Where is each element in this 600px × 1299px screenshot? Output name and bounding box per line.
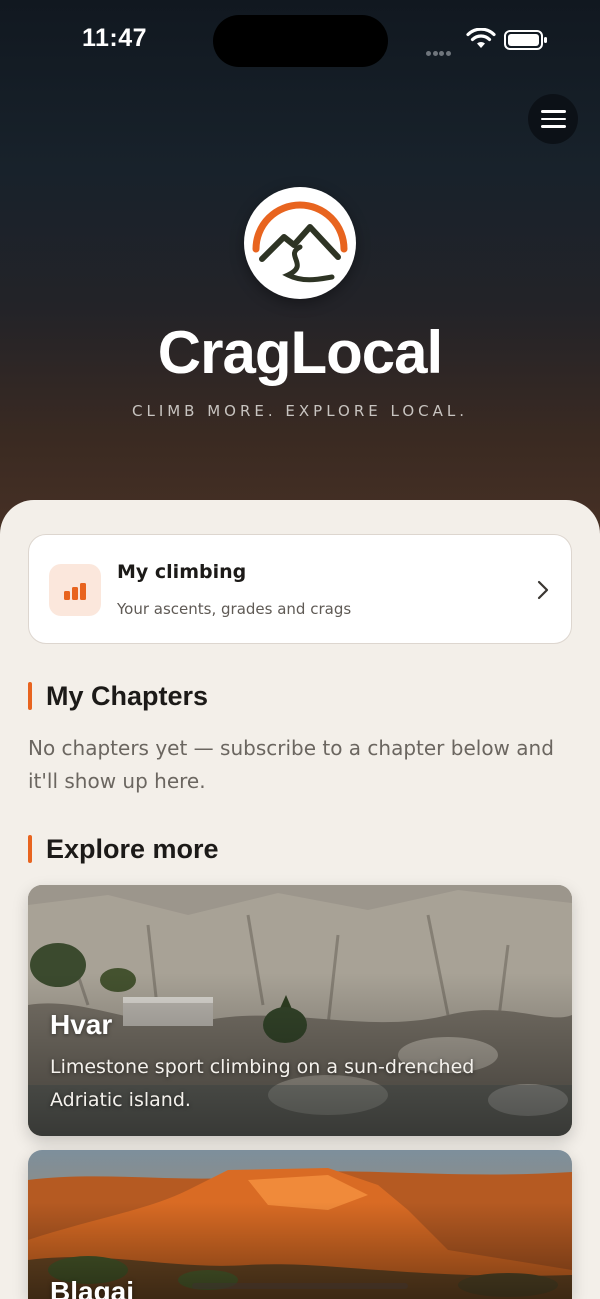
home-indicator[interactable] (192, 1283, 408, 1289)
my-climbing-title: My climbing (117, 561, 247, 583)
hamburger-icon (540, 110, 566, 113)
status-bar: 11:47 (0, 0, 600, 80)
status-time: 11:47 (82, 24, 148, 52)
chevron-right-icon (537, 580, 549, 600)
battery-icon (504, 30, 547, 50)
my-climbing-card[interactable]: My climbing Your ascents, grades and cra… (28, 534, 572, 644)
mountain-logo-icon (252, 201, 348, 283)
chapter-title: Blagaj (50, 1276, 135, 1299)
chapter-title: Hvar (50, 1009, 113, 1040)
dynamic-island (213, 15, 388, 67)
chapter-card-hvar[interactable]: Hvar Limestone sport climbing on a sun-d… (28, 885, 572, 1136)
my-climbing-subtitle: Your ascents, grades and crags (117, 600, 352, 618)
chapter-description: Limestone sport climbing on a sun-drench… (50, 1056, 475, 1111)
brand-logo (244, 187, 356, 299)
my-chapters-heading: My Chapters (28, 681, 208, 711)
wifi-icon (466, 28, 496, 48)
brand-tagline: CLIMB MORE. EXPLORE LOCAL. (131, 402, 469, 420)
my-chapters-empty-text: No chapters yet — subscribe to a chapter… (28, 736, 554, 793)
bar-chart-icon (49, 564, 101, 616)
cellular-signal-icon (426, 41, 458, 56)
brand-title: CragLocal (157, 319, 443, 386)
chapter-card-blagaj[interactable]: Blagaj (28, 1150, 572, 1299)
explore-more-heading: Explore more (28, 834, 219, 864)
menu-button[interactable] (528, 94, 578, 144)
